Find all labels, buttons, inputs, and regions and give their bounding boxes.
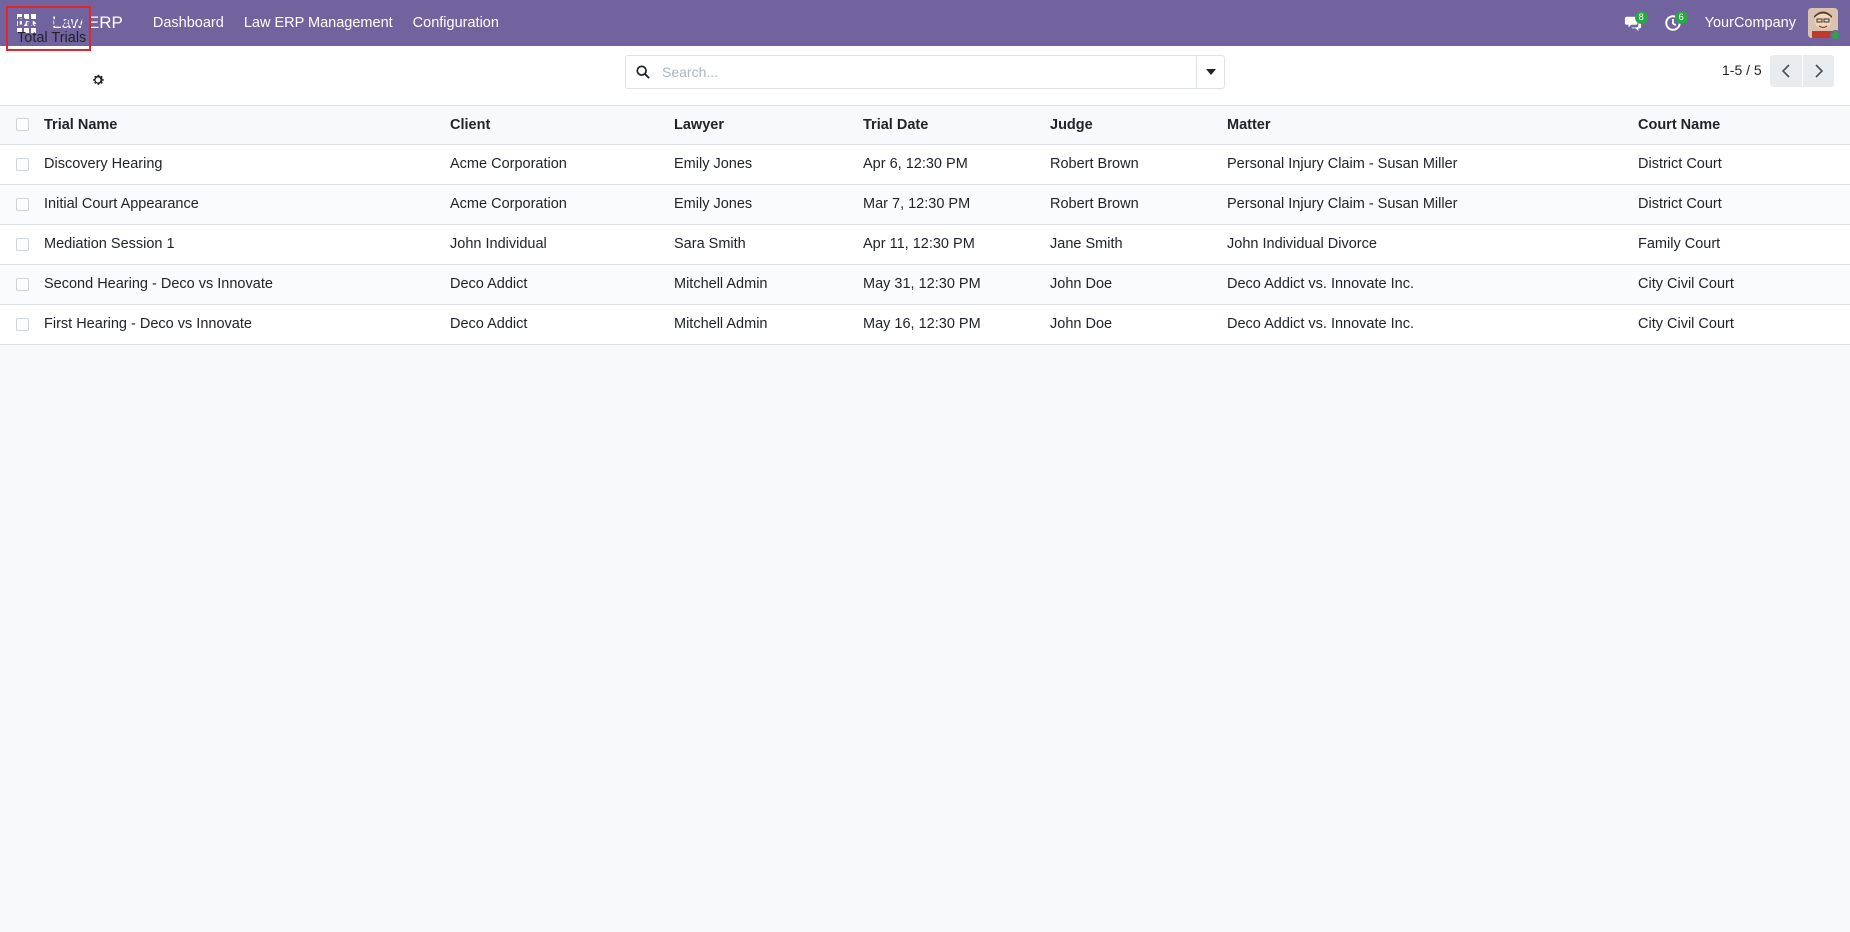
table-row[interactable]: Initial Court Appearance Acme Corporatio… [0, 184, 1850, 224]
row-checkbox[interactable] [16, 197, 29, 211]
row-select-cell [0, 264, 44, 304]
cell-trial-date: Apr 11, 12:30 PM [863, 236, 975, 252]
search-icon [626, 56, 660, 88]
company-switcher[interactable]: YourCompany [1693, 15, 1808, 31]
messages-button[interactable]: 8 [1613, 0, 1653, 46]
cell-client: Deco Addict [450, 276, 528, 292]
column-header-court-name[interactable]: Court Name [1638, 106, 1850, 144]
cell-trial-name: Initial Court Appearance [44, 196, 199, 212]
cell-matter: Deco Addict vs. Innovate Inc. [1227, 316, 1414, 332]
cell-matter: John Individual Divorce [1227, 236, 1377, 252]
messages-count-badge: 8 [1634, 11, 1648, 24]
cell-judge: John Doe [1050, 316, 1113, 332]
cell-trial-name: First Hearing - Deco vs Innovate [44, 316, 252, 332]
cell-trial-name: Second Hearing - Deco vs Innovate [44, 276, 273, 292]
search-bar [625, 55, 1225, 89]
cell-trial-date: May 16, 12:30 PM [863, 316, 981, 332]
search-input[interactable] [660, 56, 1196, 88]
page-title: Total Trials [17, 30, 87, 46]
menu-dashboard[interactable]: Dashboard [143, 0, 234, 46]
pager-previous-button[interactable] [1770, 55, 1802, 87]
select-all-checkbox[interactable] [16, 118, 29, 132]
row-checkbox[interactable] [16, 237, 29, 251]
column-header-trial-name[interactable]: Trial Name [44, 106, 450, 144]
top-navbar: Law ERP Dashboard Law ERP Management Con… [0, 0, 1850, 46]
cell-lawyer: Mitchell Admin [674, 276, 768, 292]
row-checkbox[interactable] [16, 157, 29, 171]
activities-count-badge: 6 [1674, 11, 1688, 24]
cell-court-name: City Civil Court [1638, 316, 1734, 332]
trials-table: Trial Name Client Lawyer Trial Date Judg… [0, 106, 1850, 345]
cell-court-name: District Court [1638, 196, 1722, 212]
row-checkbox[interactable] [16, 277, 29, 291]
cell-lawyer: Mitchell Admin [674, 316, 768, 332]
menu-configuration[interactable]: Configuration [403, 0, 509, 46]
row-select-cell [0, 304, 44, 344]
cell-matter: Personal Injury Claim - Susan Miller [1227, 156, 1458, 172]
table-header-row: Trial Name Client Lawyer Trial Date Judg… [0, 106, 1850, 144]
cell-judge: Jane Smith [1050, 236, 1123, 252]
cell-trial-name: Mediation Session 1 [44, 236, 175, 252]
cell-client: Acme Corporation [450, 156, 567, 172]
table-row[interactable]: Discovery Hearing Acme Corporation Emily… [0, 144, 1850, 184]
gear-icon[interactable] [91, 73, 105, 87]
pager-next-button[interactable] [1802, 55, 1834, 87]
column-header-client[interactable]: Client [450, 106, 674, 144]
cell-court-name: Family Court [1638, 236, 1721, 252]
cell-trial-date: Mar 7, 12:30 PM [863, 196, 971, 212]
chevron-right-icon [1814, 64, 1823, 78]
table-row[interactable]: Mediation Session 1 John Individual Sara… [0, 224, 1850, 264]
cell-matter: Personal Injury Claim - Susan Miller [1227, 196, 1458, 212]
cell-judge: Robert Brown [1050, 156, 1139, 172]
menu-law-erp-management[interactable]: Law ERP Management [234, 0, 403, 46]
cell-judge: Robert Brown [1050, 196, 1139, 212]
cell-trial-date: May 31, 12:30 PM [863, 276, 981, 292]
caret-down-icon [1205, 69, 1216, 75]
content-background [0, 344, 1850, 932]
row-select-cell [0, 144, 44, 184]
cell-lawyer: Sara Smith [674, 236, 746, 252]
cell-trial-name: Discovery Hearing [44, 156, 163, 172]
pager-value[interactable]: 1-5 / 5 [1722, 62, 1762, 78]
breadcrumb-dashboard-link[interactable]: Dashboard [17, 14, 85, 29]
column-header-matter[interactable]: Matter [1227, 106, 1638, 144]
activities-button[interactable]: 6 [1653, 0, 1693, 46]
online-status-dot [1830, 30, 1841, 41]
cell-lawyer: Emily Jones [674, 196, 753, 212]
row-checkbox[interactable] [16, 317, 29, 331]
cell-judge: John Doe [1050, 276, 1113, 292]
cell-court-name: City Civil Court [1638, 276, 1734, 292]
cell-client: John Individual [450, 236, 547, 252]
row-select-cell [0, 184, 44, 224]
row-select-cell [0, 224, 44, 264]
breadcrumb: Dashboard Total Trials [6, 6, 91, 51]
cell-client: Acme Corporation [450, 196, 567, 212]
cell-court-name: District Court [1638, 156, 1722, 172]
cell-client: Deco Addict [450, 316, 528, 332]
cell-lawyer: Emily Jones [674, 156, 753, 172]
chevron-left-icon [1781, 64, 1790, 78]
select-all-cell [0, 106, 44, 144]
cell-matter: Deco Addict vs. Innovate Inc. [1227, 276, 1414, 292]
table-row[interactable]: First Hearing - Deco vs Innovate Deco Ad… [0, 304, 1850, 344]
column-header-lawyer[interactable]: Lawyer [674, 106, 863, 144]
search-options-toggle[interactable] [1196, 56, 1224, 88]
trials-list: Trial Name Client Lawyer Trial Date Judg… [0, 106, 1850, 345]
column-header-judge[interactable]: Judge [1050, 106, 1227, 144]
cell-trial-date: Apr 6, 12:30 PM [863, 156, 968, 172]
column-header-trial-date[interactable]: Trial Date [863, 106, 1050, 144]
table-row[interactable]: Second Hearing - Deco vs Innovate Deco A… [0, 264, 1850, 304]
user-avatar[interactable] [1808, 8, 1841, 41]
